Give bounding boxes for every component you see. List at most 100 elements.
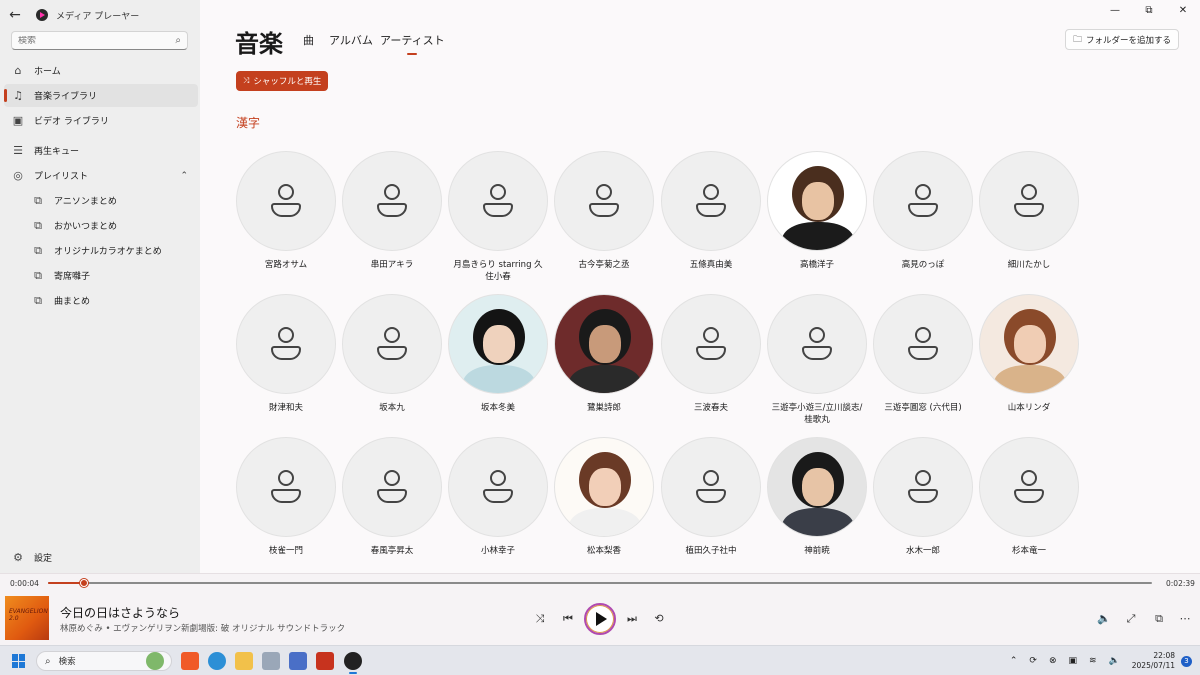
shuffle-play-button[interactable]: ⤨ シャッフルと再生 — [236, 71, 329, 91]
artist-card[interactable]: 春風亭昇太 — [342, 437, 442, 557]
artist-card[interactable]: 坂本九 — [342, 294, 442, 414]
sidebar-item-playlist[interactable]: ⧉ アニソンまとめ — [24, 189, 198, 212]
chevron-up-icon[interactable]: ⌃ — [180, 171, 188, 181]
volume-icon[interactable]: 🔈 — [1109, 656, 1120, 666]
artist-placeholder-avatar[interactable] — [873, 294, 973, 394]
artist-placeholder-avatar[interactable] — [979, 151, 1079, 251]
artist-placeholder-avatar[interactable] — [767, 294, 867, 394]
artist-card[interactable]: 三遊亭小遊三/立川談志/桂歌丸 — [767, 294, 867, 426]
artist-card[interactable]: 杉本竜一 — [979, 437, 1079, 557]
artist-photo[interactable] — [554, 294, 654, 394]
artist-photo[interactable] — [554, 437, 654, 537]
search-input[interactable] — [18, 35, 176, 46]
widget-icon[interactable] — [146, 652, 164, 670]
artist-placeholder-avatar[interactable] — [661, 151, 761, 251]
maximize-button[interactable]: ⧉ — [1132, 0, 1166, 20]
artist-placeholder-avatar[interactable] — [873, 437, 973, 537]
close-button[interactable]: ✕ — [1166, 0, 1200, 20]
section-header[interactable]: 漢字 — [236, 114, 260, 131]
artist-card[interactable]: 鷺巣詩郎 — [554, 294, 654, 414]
artist-card[interactable]: 水木一郎 — [873, 437, 973, 557]
artist-card[interactable]: 松本梨香 — [554, 437, 654, 557]
artist-card[interactable]: 財津和夫 — [236, 294, 336, 414]
previous-icon[interactable]: ⏮ — [559, 612, 577, 626]
artist-placeholder-avatar[interactable] — [448, 437, 548, 537]
artist-placeholder-avatar[interactable] — [342, 437, 442, 537]
word-app-icon[interactable] — [289, 652, 307, 670]
track-subtitle[interactable]: 林原めぐみ • エヴァンゲリヲン新劇場版: 破 オリジナル サウンドトラック — [60, 622, 345, 634]
shuffle-icon[interactable]: ⤨ — [531, 612, 549, 626]
edge-browser-icon[interactable] — [208, 652, 226, 670]
sidebar-item-playlist[interactable]: ⧉ おかいつまとめ — [24, 214, 198, 237]
artist-placeholder-avatar[interactable] — [661, 437, 761, 537]
artist-placeholder-avatar[interactable] — [236, 294, 336, 394]
artist-card[interactable]: 植田久子社中 — [661, 437, 761, 557]
artist-placeholder-avatar[interactable] — [979, 437, 1079, 537]
tab-songs[interactable]: 曲 — [303, 32, 314, 48]
windows-start-icon[interactable] — [12, 654, 26, 668]
artist-card[interactable]: 細川たかし — [979, 151, 1079, 271]
tab-albums[interactable]: アルバム — [329, 32, 373, 48]
nav-playlists[interactable]: ◎ プレイリスト ⌃ — [4, 164, 198, 187]
artist-placeholder-avatar[interactable] — [661, 294, 761, 394]
progress-thumb[interactable] — [80, 579, 89, 587]
close-circle-icon[interactable]: ⊗ — [1049, 656, 1057, 666]
artist-card[interactable]: 宮路オサム — [236, 151, 336, 271]
media-player-taskbar-icon[interactable] — [344, 652, 362, 674]
artist-card[interactable]: 月島きらり starring 久住小春 — [448, 151, 548, 283]
artist-card[interactable]: 坂本冬美 — [448, 294, 548, 414]
nav-music-library[interactable]: ♫ 音楽ライブラリ — [4, 84, 198, 107]
artist-card[interactable]: 三遊亭圓窓 (六代目) — [873, 294, 973, 414]
speaker-app-icon[interactable] — [316, 652, 334, 670]
artist-card[interactable]: 古今亭菊之丞 — [554, 151, 654, 271]
artist-card[interactable]: 串田アキラ — [342, 151, 442, 271]
sidebar-item-playlist[interactable]: ⧉ 曲まとめ — [24, 289, 198, 312]
sync-icon[interactable]: ⟳ — [1029, 656, 1037, 666]
search-box[interactable]: ⌕ — [11, 31, 188, 50]
artist-card[interactable]: 五條真由美 — [661, 151, 761, 271]
artist-placeholder-avatar[interactable] — [873, 151, 973, 251]
artist-photo[interactable] — [448, 294, 548, 394]
artist-card[interactable]: 神前暁 — [767, 437, 867, 557]
artist-card[interactable]: 山本リンダ — [979, 294, 1079, 414]
clock[interactable]: 22:08 2025/07/11 — [1132, 651, 1175, 671]
back-icon[interactable]: ← — [0, 0, 30, 30]
artist-card[interactable]: 高見のっぽ — [873, 151, 973, 271]
volume-icon[interactable]: 🔈 — [1095, 612, 1113, 625]
nav-video-library[interactable]: ▣ ビデオ ライブラリ — [4, 109, 198, 132]
artist-placeholder-avatar[interactable] — [448, 151, 548, 251]
more-options-icon[interactable]: ⋯ — [1176, 612, 1194, 625]
album-art[interactable]: EVANGELION 2.0 — [5, 596, 49, 640]
artist-card[interactable]: 小林幸子 — [448, 437, 548, 557]
search-icon[interactable]: ⌕ — [175, 35, 181, 46]
play-button[interactable] — [584, 603, 616, 635]
nav-play-queue[interactable]: ☰ 再生キュー — [4, 139, 198, 162]
wifi-icon[interactable]: ≋ — [1089, 656, 1097, 666]
notification-badge[interactable]: 3 — [1181, 655, 1192, 667]
sidebar-item-playlist[interactable]: ⧉ 寄席囃子 — [24, 264, 198, 287]
artist-placeholder-avatar[interactable] — [342, 294, 442, 394]
artist-photo[interactable] — [979, 294, 1079, 394]
app-tray-icon[interactable]: ▣ — [1068, 656, 1077, 666]
minimize-button[interactable]: — — [1098, 0, 1132, 20]
brave-browser-icon[interactable] — [181, 652, 199, 670]
track-title[interactable]: 今日の日はさようなら — [60, 604, 180, 621]
artist-photo[interactable] — [767, 437, 867, 537]
file-explorer-icon[interactable] — [235, 652, 253, 670]
artist-photo[interactable] — [767, 151, 867, 251]
artist-placeholder-avatar[interactable] — [236, 151, 336, 251]
add-folder-button[interactable]: 🗀 フォルダーを追加する — [1065, 29, 1180, 50]
artist-placeholder-avatar[interactable] — [342, 151, 442, 251]
next-icon[interactable]: ⏭ — [623, 612, 641, 626]
nav-settings[interactable]: ⚙ 設定 — [4, 546, 198, 569]
artist-placeholder-avatar[interactable] — [236, 437, 336, 537]
artist-placeholder-avatar[interactable] — [554, 151, 654, 251]
nav-home[interactable]: ⌂ ホーム — [4, 59, 198, 82]
tab-artists[interactable]: アーティスト — [380, 32, 445, 55]
mini-player-icon[interactable]: ⧉ — [1150, 612, 1168, 626]
repeat-off-icon[interactable]: ⟲ — [650, 612, 668, 625]
artist-card[interactable]: 高橋洋子 — [767, 151, 867, 271]
artist-card[interactable]: 三波春夫 — [661, 294, 761, 414]
progress-slider[interactable] — [48, 579, 1152, 587]
chevron-up-icon[interactable]: ⌃ — [1010, 656, 1018, 666]
